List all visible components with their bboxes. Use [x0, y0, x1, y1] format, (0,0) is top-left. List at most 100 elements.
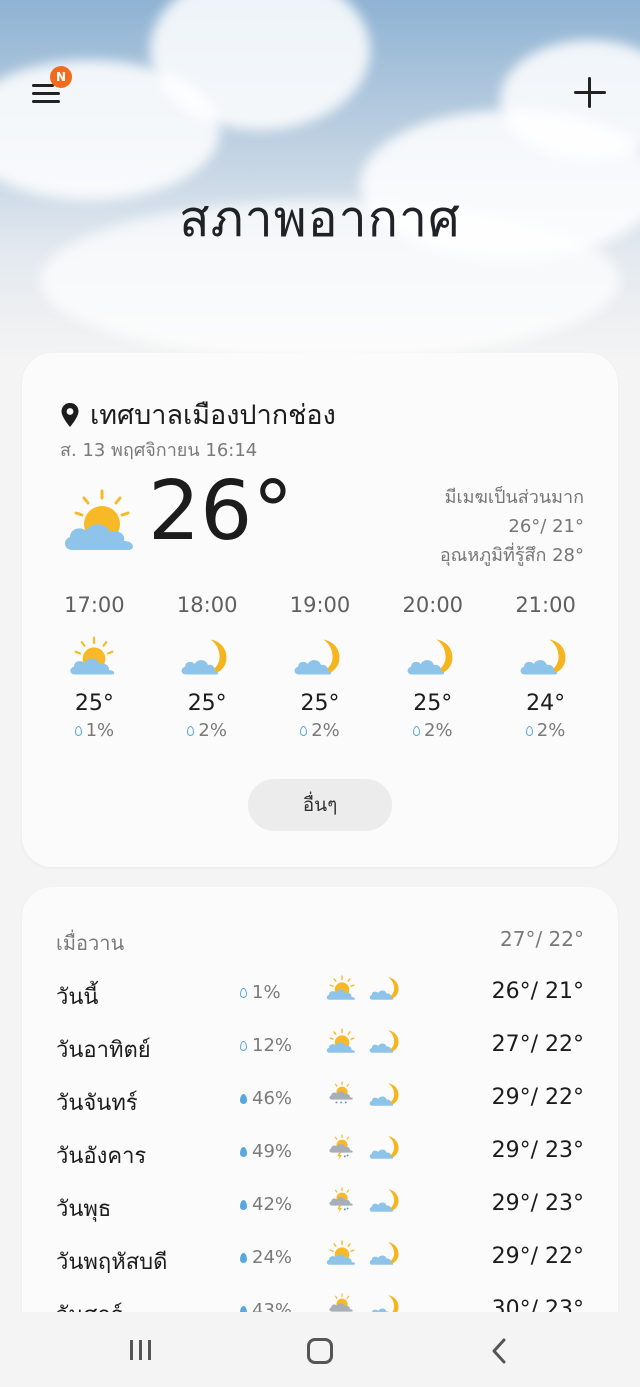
day-row[interactable]: วันพฤหัสบดี 24% 29°/ 22° — [56, 1236, 584, 1289]
rain-drop-icon — [525, 725, 533, 736]
day-temps: 26°/ 21° — [491, 979, 584, 1004]
day-temps: 29°/ 23° — [491, 1191, 584, 1216]
partly-cloudy-day-icon — [64, 489, 133, 550]
partly-cloudy-night-icon — [368, 1134, 404, 1165]
day-temps: 29°/ 22° — [491, 1244, 584, 1269]
location-pin-icon — [61, 402, 79, 427]
hourly-rain: 1% — [38, 720, 151, 741]
day-name: วันนี้ — [56, 985, 99, 1010]
day-rain-value: 12% — [252, 1035, 293, 1056]
thunderstorm-sun-icon — [324, 1187, 360, 1218]
partly-cloudy-day-icon — [324, 1028, 360, 1059]
rain-drop-icon — [240, 987, 247, 998]
hourly-item[interactable]: 20:00 25° 2% — [376, 593, 489, 741]
partly-cloudy-night-icon — [368, 1028, 404, 1059]
partly-cloudy-night-icon — [368, 975, 404, 1006]
yesterday-row[interactable]: เมื่อวาน 27°/ 22° — [56, 927, 584, 959]
day-name: วันจันทร์ — [56, 1091, 138, 1116]
rain-drop-icon — [74, 725, 82, 736]
day-name: วันพุธ — [56, 1197, 112, 1222]
day-rain: 24% — [240, 1247, 292, 1268]
hourly-time: 20:00 — [402, 593, 464, 617]
partly-cloudy-night-icon — [489, 629, 602, 685]
day-rain-value: 46% — [252, 1088, 293, 1109]
day-temps: 29°/ 22° — [491, 1085, 584, 1110]
day-rain: 46% — [240, 1088, 292, 1109]
rain-drop-icon — [240, 1146, 247, 1157]
feels-like-temp: อุณหภูมิที่รู้สึก 28° — [439, 545, 584, 566]
day-rain-value: 49% — [252, 1141, 293, 1162]
hourly-rain-value: 2% — [311, 720, 340, 741]
partly-cloudy-day-icon — [324, 1240, 360, 1271]
day-row[interactable]: วันอาทิตย์ 12% 27°/ 22° — [56, 1024, 584, 1077]
hourly-forecast: 17:00 25° 1% 18:00 25° 2% 19:00 25° 2% 2… — [38, 593, 602, 741]
more-button[interactable]: อื่นๆ — [248, 779, 392, 831]
partly-cloudy-night-icon — [368, 1081, 404, 1112]
condition-text: มีเมฆเป็นส่วนมาก — [444, 487, 584, 508]
partly-cloudy-night-icon — [368, 1187, 404, 1218]
hourly-time: 17:00 — [64, 593, 125, 617]
day-rain-value: 1% — [252, 982, 281, 1003]
hourly-item[interactable]: 18:00 25° 2% — [151, 593, 264, 741]
day-row[interactable]: วันจันทร์ 46% 29°/ 22° — [56, 1077, 584, 1130]
hourly-rain-value: 2% — [198, 720, 227, 741]
hourly-rain-value: 2% — [536, 720, 566, 741]
system-navbar — [0, 1312, 640, 1387]
back-icon[interactable] — [488, 1336, 510, 1366]
hourly-rain: 2% — [489, 720, 602, 741]
current-weather-card[interactable]: เทศบาลเมืองปากช่อง ส. 13 พฤศจิกายน 16:14… — [22, 353, 618, 867]
menu-button[interactable]: N — [30, 66, 72, 110]
day-rain: 12% — [240, 1035, 292, 1056]
hourly-time: 18:00 — [176, 593, 238, 617]
partly-cloudy-day-icon — [324, 975, 360, 1006]
rain-drop-icon — [240, 1093, 247, 1104]
hourly-temp: 25° — [300, 691, 340, 716]
condition-block: มีเมฆเป็นส่วนมาก 26°/ 21° อุณหภูมิที่รู้… — [440, 483, 584, 570]
hourly-item[interactable]: 19:00 25° 2% — [264, 593, 377, 741]
day-name: วันอังคาร — [56, 1144, 147, 1169]
current-temperature: 26° — [148, 464, 294, 559]
home-icon[interactable] — [307, 1338, 333, 1364]
hourly-temp: 24° — [526, 691, 566, 716]
day-rain-value: 24% — [252, 1247, 293, 1268]
day-name: วันอาทิตย์ — [56, 1038, 151, 1063]
partly-cloudy-night-icon — [264, 629, 377, 685]
rain-drop-icon — [187, 725, 195, 736]
day-row[interactable]: วันอังคาร 49% 29°/ 23° — [56, 1130, 584, 1183]
rain-drop-icon — [240, 1040, 247, 1051]
yesterday-label: เมื่อวาน — [56, 931, 125, 955]
hourly-rain-value: 2% — [424, 720, 453, 741]
day-temps: 27°/ 22° — [491, 1032, 584, 1057]
hourly-time: 21:00 — [515, 593, 576, 617]
day-temps: 29°/ 23° — [491, 1138, 584, 1163]
hourly-rain: 2% — [264, 720, 377, 741]
hourly-temp: 25° — [187, 691, 227, 716]
hourly-time: 19:00 — [289, 593, 351, 617]
partly-cloudy-day-icon — [38, 629, 151, 685]
location-name: เทศบาลเมืองปากช่อง — [90, 400, 336, 431]
hourly-rain-value: 1% — [85, 720, 115, 741]
hourly-temp: 25° — [74, 691, 114, 716]
day-name: วันพฤหัสบดี — [56, 1250, 168, 1275]
hourly-item[interactable]: 17:00 25° 1% — [38, 593, 151, 741]
rain-drop-icon — [413, 725, 420, 736]
add-location-button[interactable] — [570, 72, 610, 112]
daily-forecast-card: เมื่อวาน 27°/ 22° วันนี้ 1% 26°/ 21° วัน… — [22, 887, 618, 1347]
rain-drop-icon — [300, 725, 308, 736]
high-low-temp: 26°/ 21° — [508, 516, 584, 537]
recent-apps-icon[interactable] — [128, 1340, 154, 1362]
rain-sun-icon — [324, 1081, 360, 1112]
day-row[interactable]: วันนี้ 1% 26°/ 21° — [56, 971, 584, 1024]
notification-badge: N — [50, 66, 72, 88]
day-rain: 1% — [240, 982, 281, 1003]
day-rain: 49% — [240, 1141, 292, 1162]
day-row[interactable]: วันพุธ 42% 29°/ 23° — [56, 1183, 584, 1236]
partly-cloudy-night-icon — [151, 629, 264, 685]
menu-icon — [32, 84, 54, 87]
rain-drop-icon — [240, 1252, 247, 1263]
hourly-rain: 2% — [376, 720, 489, 741]
hourly-item[interactable]: 21:00 24° 2% — [489, 593, 602, 741]
partly-cloudy-night-icon — [368, 1240, 404, 1271]
day-rain-value: 42% — [252, 1194, 293, 1215]
rain-drop-icon — [240, 1199, 247, 1210]
